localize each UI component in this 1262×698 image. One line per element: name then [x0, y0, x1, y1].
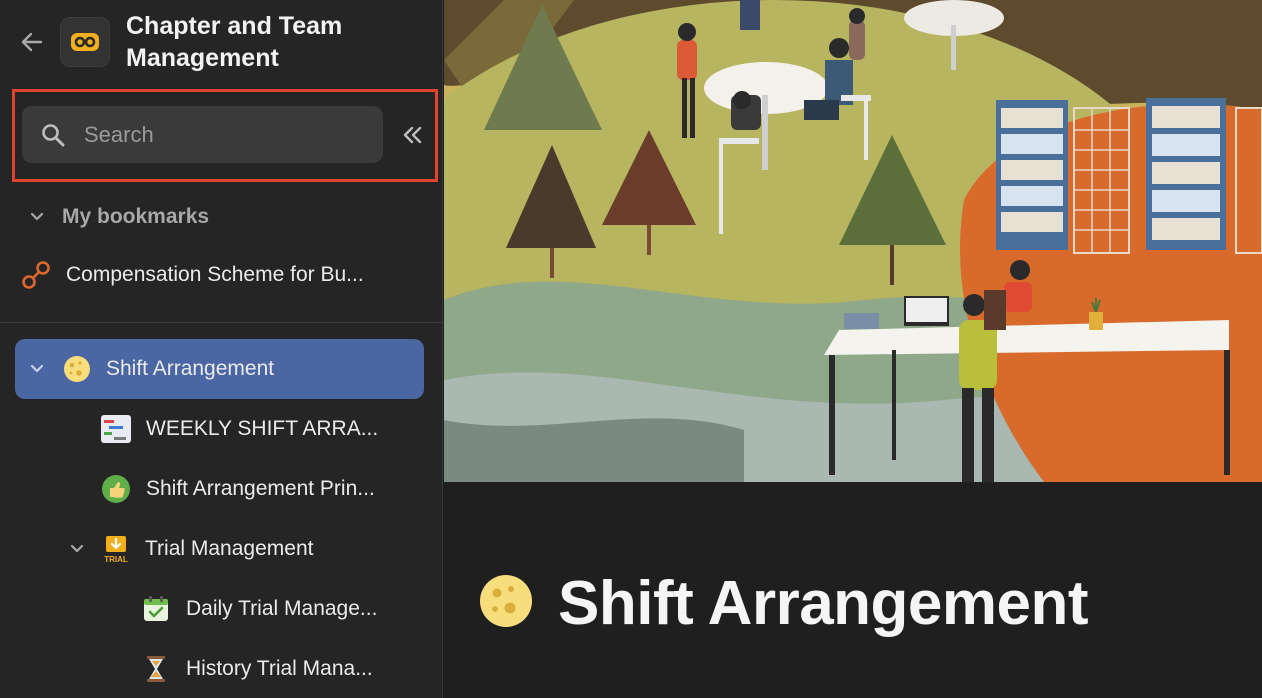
- search-input[interactable]: [84, 121, 344, 148]
- search-icon: [40, 122, 66, 148]
- page-title: Shift Arrangement: [558, 569, 1089, 638]
- tree-item-daily-trial[interactable]: Daily Trial Manage...: [139, 579, 377, 639]
- tree-item-label: Daily Trial Manage...: [186, 597, 378, 620]
- tree-item-weekly-shift[interactable]: WEEKLY SHIFT ARRA...: [99, 399, 378, 459]
- moon-icon: [60, 352, 94, 386]
- main-content: Shift Arrangement: [444, 0, 1262, 698]
- arrow-left-icon: [21, 32, 43, 52]
- link-icon: [20, 259, 52, 291]
- bookmarks-section-header[interactable]: My bookmarks: [26, 200, 209, 234]
- gantt-icon: [99, 412, 133, 446]
- tree-item-trial-management[interactable]: TRIAL Trial Management: [66, 519, 313, 579]
- app-logo[interactable]: [60, 17, 110, 67]
- page-header: Shift Arrangement: [478, 568, 1089, 639]
- sidebar: Chapter and Team Management My bookmarks: [0, 0, 443, 698]
- tree-item-label: History Trial Mana...: [186, 657, 373, 680]
- tree-item-label: Shift Arrangement: [106, 357, 275, 380]
- thumbs-up-icon: [99, 472, 133, 506]
- hourglass-icon: [139, 652, 173, 686]
- chevron-down-icon: [26, 211, 48, 223]
- double-chevron-left-icon: [403, 126, 422, 144]
- bookmark-label: Compensation Scheme for Bu...: [66, 263, 364, 286]
- tree-item-label: Trial Management: [145, 537, 314, 560]
- sidebar-divider: [0, 322, 443, 323]
- tree-item-label: WEEKLY SHIFT ARRA...: [146, 417, 379, 440]
- tree-item-shift-principles[interactable]: Shift Arrangement Prin...: [99, 459, 375, 519]
- chevron-down-icon[interactable]: [26, 363, 48, 375]
- moon-icon[interactable]: [478, 573, 534, 634]
- collapse-sidebar-button[interactable]: [400, 122, 426, 148]
- cover-image: [444, 0, 1262, 482]
- tree-item-history-trial[interactable]: History Trial Mana...: [139, 639, 373, 698]
- search-box[interactable]: [22, 106, 383, 163]
- bookmark-item[interactable]: Compensation Scheme for Bu...: [20, 255, 420, 295]
- tree-item-shift-arrangement[interactable]: Shift Arrangement: [15, 339, 424, 399]
- tree-item-label: Shift Arrangement Prin...: [146, 477, 375, 500]
- calendar-check-icon: [139, 592, 173, 626]
- chevron-down-icon[interactable]: [66, 543, 88, 555]
- bookmarks-section-label: My bookmarks: [62, 205, 210, 228]
- svg-text:TRIAL: TRIAL: [104, 555, 128, 564]
- infinity-logo-icon: [71, 33, 99, 51]
- back-button[interactable]: [18, 28, 46, 56]
- trial-icon: TRIAL: [99, 532, 133, 566]
- workspace-title: Chapter and Team Management: [126, 12, 343, 72]
